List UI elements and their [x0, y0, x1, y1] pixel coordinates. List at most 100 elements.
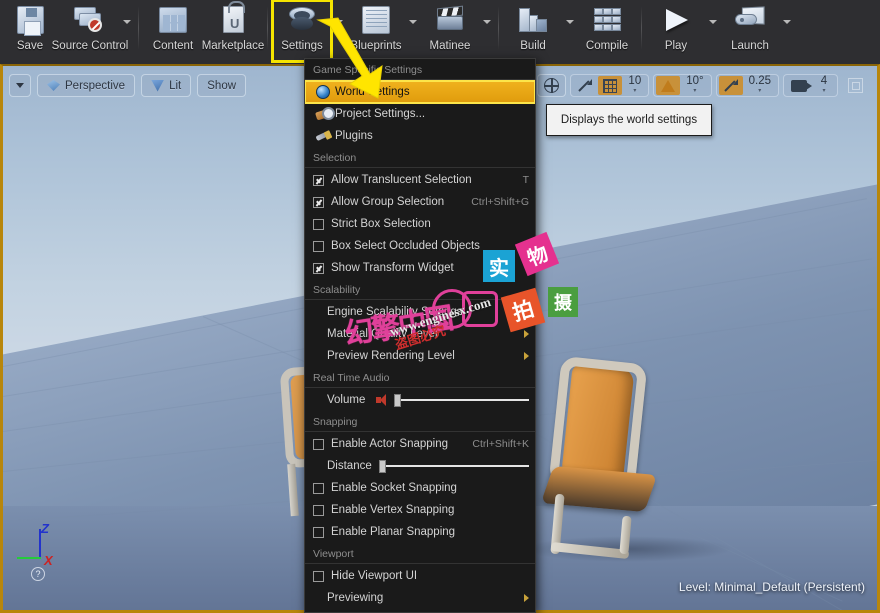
settings-button[interactable]: Settings	[271, 0, 333, 63]
volume-slider[interactable]	[394, 389, 529, 411]
gear-icon	[283, 4, 321, 38]
blueprints-button-label: Blueprints	[350, 40, 402, 52]
distance-slider-track[interactable]	[385, 465, 529, 467]
scale-snap-toggle[interactable]	[718, 76, 743, 95]
toolbar-group-file: Save Source Control	[0, 0, 134, 64]
play-dropdown-arrow[interactable]	[706, 0, 720, 62]
menu-item-box-select-occluded-objects[interactable]: Box Select Occluded Objects	[305, 235, 535, 257]
volume-slider-knob[interactable]	[394, 393, 402, 407]
menu-item-show-transform-widget-label: Show Transform Widget	[331, 262, 454, 274]
checkbox-hide-viewport-ui[interactable]	[313, 570, 324, 582]
menu-item-preview-rendering-level-label: Preview Rendering Level	[327, 350, 455, 362]
menu-item-enable-planar-snapping[interactable]: Enable Planar Snapping	[305, 521, 535, 543]
gizmo-help-icon[interactable]: ?	[31, 567, 45, 581]
checkbox-box-select-occluded-objects[interactable]	[313, 240, 324, 252]
scale-snap-value[interactable]: 0.25 ▾	[744, 74, 776, 95]
menu-section-selection: Selection	[305, 147, 535, 168]
axis-gizmo: Z X ?	[17, 521, 77, 581]
checkbox-show-transform-widget[interactable]	[313, 262, 324, 274]
viewport-show-button[interactable]: Show	[197, 74, 247, 97]
menu-item-allow-translucent-selection[interactable]: Allow Translucent Selection T	[305, 169, 535, 191]
save-button[interactable]: Save	[0, 0, 60, 62]
compile-icon	[588, 4, 626, 38]
menu-item-preview-rendering-level[interactable]: Preview Rendering Level	[305, 345, 535, 367]
scale-snap-group: 0.25 ▾	[715, 74, 779, 97]
grid-snap-value[interactable]: 10 ▾	[623, 75, 646, 95]
checkbox-enable-socket-snapping[interactable]	[313, 482, 324, 494]
maximize-viewport-button[interactable]	[842, 74, 869, 97]
toolbar-divider-4	[641, 6, 642, 50]
menu-item-allow-group-selection[interactable]: Allow Group Selection Ctrl+Shift+G	[305, 191, 535, 213]
chair-mesh[interactable]	[540, 355, 701, 576]
viewport-toolbar-right: 10 ▾ 10° ▾ 0.25 ▾ 4 ▾	[537, 74, 869, 97]
marketplace-button[interactable]: Marketplace	[201, 0, 265, 62]
menu-item-plugins[interactable]: Plugins	[305, 125, 535, 147]
toolbar-group-content: Content Marketplace	[143, 0, 265, 64]
matinee-dropdown-arrow[interactable]	[480, 0, 494, 62]
launch-icon	[731, 4, 769, 38]
checkbox-enable-actor-snapping[interactable]	[313, 438, 324, 450]
checkbox-enable-vertex-snapping[interactable]	[313, 504, 324, 516]
viewport-viewmode-button[interactable]: Lit	[141, 74, 192, 97]
matinee-button-label: Matinee	[429, 40, 471, 52]
grid-snap-toggle[interactable]	[598, 76, 623, 95]
menu-item-project-settings[interactable]: Project Settings...	[305, 103, 535, 125]
rotation-snap-value[interactable]: 10° ▾	[681, 75, 708, 95]
viewport-perspective-button[interactable]: Perspective	[37, 74, 136, 97]
blueprints-dropdown-arrow[interactable]	[406, 0, 420, 62]
menu-item-previewing-label: Previewing	[327, 592, 384, 604]
matinee-clapperboard-icon	[431, 4, 469, 38]
settings-dropdown-arrow[interactable]	[332, 0, 346, 62]
world-globe-icon	[543, 77, 560, 93]
build-button[interactable]: Build	[503, 0, 563, 62]
compile-button[interactable]: Compile	[577, 0, 637, 62]
play-button[interactable]: Play	[646, 0, 706, 62]
camera-speed-value-text: 4	[820, 74, 828, 87]
menu-item-previewing[interactable]: Previewing	[305, 587, 535, 609]
menu-item-engine-scalability-settings[interactable]: Engine Scalability Settings	[305, 301, 535, 323]
surface-snap-button[interactable]	[573, 76, 597, 95]
launch-dropdown-arrow[interactable]	[780, 0, 794, 62]
viewport-options-button[interactable]	[9, 74, 31, 97]
menu-item-material-quality-level[interactable]: Material Quality Level	[305, 323, 535, 345]
menu-item-world-settings[interactable]: World Settings	[305, 80, 535, 104]
rotation-snap-toggle[interactable]	[656, 76, 681, 95]
source-control-dropdown-arrow[interactable]	[120, 0, 134, 62]
toolbar-group-settings: Settings Blueprints Matinee	[271, 0, 494, 64]
menu-item-distance[interactable]: Distance	[305, 455, 535, 477]
menu-item-enable-socket-snapping[interactable]: Enable Socket Snapping	[305, 477, 535, 499]
checkbox-strict-box-selection[interactable]	[313, 218, 324, 230]
menu-item-volume[interactable]: Volume	[305, 389, 535, 411]
menu-item-enable-actor-snapping[interactable]: Enable Actor Snapping Ctrl+Shift+K	[305, 433, 535, 455]
menu-item-strict-box-selection[interactable]: Strict Box Selection	[305, 213, 535, 235]
menu-item-enable-socket-snapping-label: Enable Socket Snapping	[331, 482, 457, 494]
scale-snap-icon	[724, 78, 738, 93]
coordinate-system-button[interactable]	[537, 74, 567, 97]
content-button[interactable]: Content	[143, 0, 203, 62]
camera-speed-value[interactable]: 4 ▾	[813, 74, 835, 95]
distance-slider[interactable]	[378, 455, 529, 477]
build-dropdown-arrow[interactable]	[563, 0, 577, 62]
camera-speed-icon-cell[interactable]	[786, 76, 812, 95]
checkbox-allow-group-selection[interactable]	[313, 196, 324, 208]
distance-label: Distance	[327, 460, 372, 472]
checkbox-allow-translucent-selection[interactable]	[313, 174, 324, 186]
matinee-button[interactable]: Matinee	[420, 0, 480, 62]
checkbox-enable-planar-snapping[interactable]	[313, 526, 324, 538]
marketplace-button-label: Marketplace	[201, 40, 265, 52]
distance-slider-knob[interactable]	[378, 459, 386, 473]
blueprints-button[interactable]: Blueprints	[346, 0, 406, 62]
gizmo-x-label: X	[44, 553, 53, 568]
launch-button[interactable]: Launch	[720, 0, 780, 62]
volume-slider-track[interactable]	[401, 399, 529, 401]
surface-snap-icon	[578, 78, 593, 93]
perspective-icon	[47, 80, 60, 91]
build-icon	[514, 4, 552, 38]
menu-item-enable-vertex-snapping[interactable]: Enable Vertex Snapping	[305, 499, 535, 521]
menu-item-show-transform-widget[interactable]: Show Transform Widget	[305, 257, 535, 279]
source-control-button[interactable]: Source Control	[52, 0, 128, 62]
scale-snap-value-text: 0.25	[748, 74, 771, 87]
menu-item-allow-translucent-selection-label: Allow Translucent Selection	[331, 174, 472, 186]
menu-item-hide-viewport-ui[interactable]: Hide Viewport UI	[305, 565, 535, 587]
source-control-icon	[71, 4, 109, 38]
